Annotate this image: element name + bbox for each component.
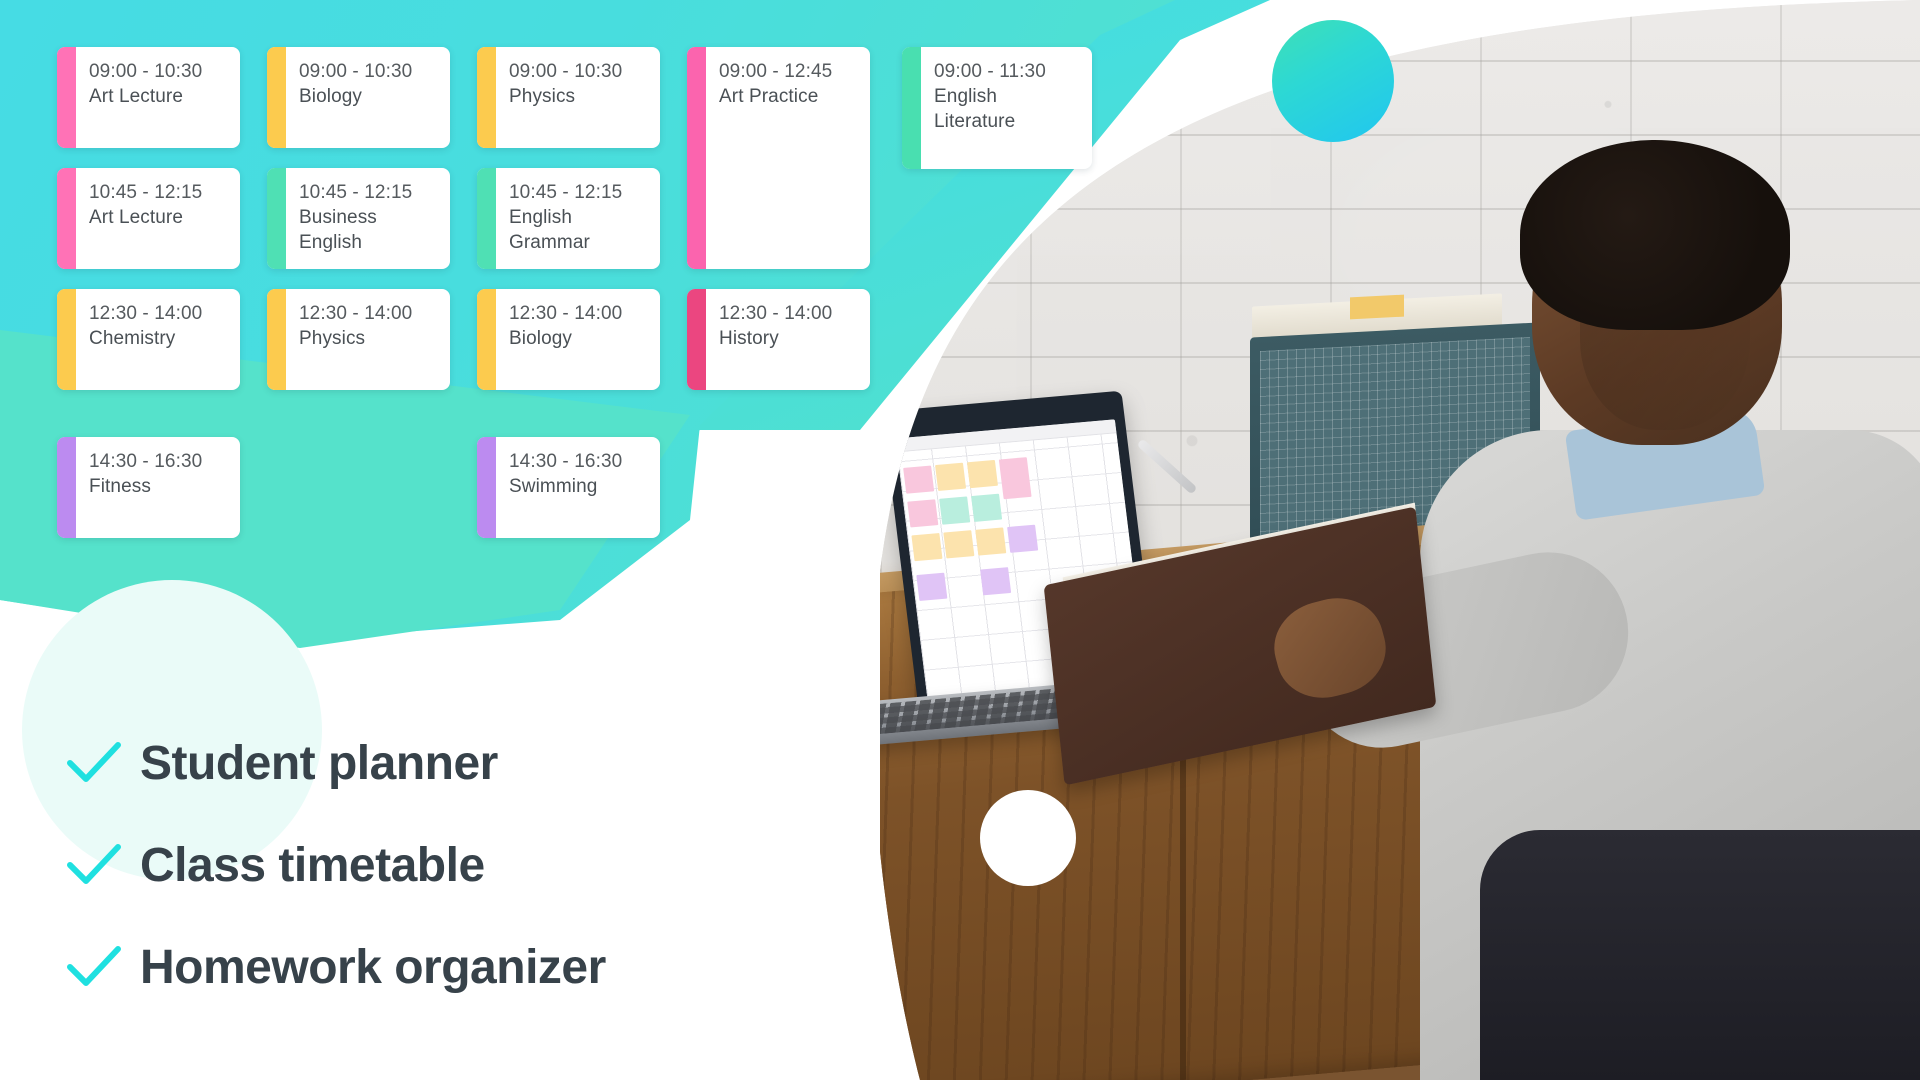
schedule-card[interactable]: 09:00 - 10:30 Biology: [267, 47, 450, 148]
schedule-card-time: 09:00 - 12:45: [719, 61, 833, 82]
check-icon: [48, 841, 140, 889]
class-schedule-grid: 09:00 - 10:30 Art Lecture 09:00 - 10:30 Bio…: [0, 0, 1092, 600]
schedule-card[interactable]: 12:30 - 14:00 Physics: [267, 289, 450, 390]
schedule-card[interactable]: 10:45 - 12:15 English Grammar: [477, 168, 660, 269]
schedule-card[interactable]: 09:00 - 12:45 Art Practice: [687, 47, 870, 269]
schedule-card[interactable]: 09:00 - 10:30 Art Lecture: [57, 47, 240, 148]
schedule-card-accent-bar: [267, 289, 286, 390]
schedule-card-title: Art Lecture: [89, 86, 184, 107]
sticky-note: [1350, 295, 1404, 320]
promo-banner: 09:00 - 10:30 Art Lecture 09:00 - 10:30 Bio…: [0, 0, 1920, 1080]
gradient-circle-decoration: [1272, 20, 1394, 142]
schedule-card[interactable]: 14:30 - 16:30 Swimming: [477, 437, 660, 538]
schedule-card-title: Biology: [299, 86, 363, 107]
schedule-card[interactable]: 09:00 - 11:30 English Literature: [902, 47, 1092, 169]
schedule-card-body: 12:30 - 14:00 Biology: [496, 289, 660, 390]
white-circle-decoration: [980, 790, 1076, 886]
schedule-card-time: 09:00 - 10:30: [509, 61, 623, 82]
schedule-card-title: English Grammar: [509, 207, 590, 253]
person-hair: [1520, 140, 1790, 330]
schedule-card-body: 12:30 - 14:00 Chemistry: [76, 289, 240, 390]
schedule-card-accent-bar: [477, 47, 496, 148]
schedule-card-body: 10:45 - 12:15 Art Lecture: [76, 168, 240, 269]
schedule-card-body: 09:00 - 10:30 Biology: [286, 47, 450, 148]
schedule-card-body: 09:00 - 10:30 Physics: [496, 47, 660, 148]
schedule-card-time: 10:45 - 12:15: [299, 182, 413, 203]
person-trousers: [1480, 830, 1920, 1080]
schedule-card-title: Art Practice: [719, 86, 819, 107]
schedule-card-title: Physics: [509, 86, 576, 107]
schedule-card-time: 14:30 - 16:30: [89, 451, 203, 472]
feature-checklist: Student planner Class timetable Homework o…: [48, 712, 908, 1018]
checklist-item: Student planner: [48, 712, 908, 814]
schedule-card-accent-bar: [267, 168, 286, 269]
schedule-card-time: 10:45 - 12:15: [89, 182, 203, 203]
checklist-item: Class timetable: [48, 814, 908, 916]
schedule-card[interactable]: 14:30 - 16:30 Fitness: [57, 437, 240, 538]
schedule-card-title: Business English: [299, 207, 377, 253]
schedule-card-body: 09:00 - 12:45 Art Practice: [706, 47, 870, 269]
schedule-card-body: 14:30 - 16:30 Fitness: [76, 437, 240, 538]
schedule-card-time: 12:30 - 14:00: [89, 303, 203, 324]
schedule-card-title: Art Lecture: [89, 207, 184, 228]
schedule-card-accent-bar: [477, 168, 496, 269]
schedule-card-time: 12:30 - 14:00: [719, 303, 833, 324]
checklist-item-label: Homework organizer: [140, 940, 606, 994]
schedule-card-accent-bar: [57, 289, 76, 390]
check-icon: [48, 739, 140, 787]
schedule-card[interactable]: 12:30 - 14:00 Chemistry: [57, 289, 240, 390]
schedule-card-title: English Literature: [934, 86, 1016, 132]
schedule-card-time: 09:00 - 10:30: [299, 61, 413, 82]
schedule-card-body: 12:30 - 14:00 History: [706, 289, 870, 390]
schedule-card-body: 14:30 - 16:30 Swimming: [496, 437, 660, 538]
schedule-card-title: Fitness: [89, 476, 151, 497]
schedule-card-time: 09:00 - 11:30: [934, 61, 1046, 82]
schedule-card-accent-bar: [57, 47, 76, 148]
checklist-item: Homework organizer: [48, 916, 908, 1018]
schedule-card-title: Swimming: [509, 476, 598, 497]
schedule-card-body: 10:45 - 12:15 Business English: [286, 168, 450, 269]
schedule-card-accent-bar: [57, 168, 76, 269]
schedule-card[interactable]: 12:30 - 14:00 History: [687, 289, 870, 390]
schedule-card-body: 09:00 - 11:30 English Literature: [921, 47, 1092, 169]
schedule-card-body: 10:45 - 12:15 English Grammar: [496, 168, 660, 269]
schedule-card[interactable]: 10:45 - 12:15 Business English: [267, 168, 450, 269]
schedule-card-accent-bar: [57, 437, 76, 538]
schedule-card[interactable]: 09:00 - 10:30 Physics: [477, 47, 660, 148]
schedule-card-accent-bar: [687, 289, 706, 390]
schedule-card-time: 12:30 - 14:00: [509, 303, 623, 324]
schedule-card-time: 14:30 - 16:30: [509, 451, 623, 472]
schedule-card-title: History: [719, 328, 779, 349]
schedule-card-time: 12:30 - 14:00: [299, 303, 413, 324]
schedule-card-title: Chemistry: [89, 328, 176, 349]
schedule-card-title: Physics: [299, 328, 366, 349]
schedule-card-accent-bar: [902, 47, 921, 169]
schedule-card-time: 10:45 - 12:15: [509, 182, 623, 203]
schedule-card-accent-bar: [687, 47, 706, 269]
schedule-card-accent-bar: [477, 437, 496, 538]
checklist-item-label: Class timetable: [140, 838, 485, 892]
schedule-card-time: 09:00 - 10:30: [89, 61, 203, 82]
schedule-card-body: 12:30 - 14:00 Physics: [286, 289, 450, 390]
checklist-item-label: Student planner: [140, 736, 498, 790]
check-icon: [48, 943, 140, 991]
schedule-card[interactable]: 10:45 - 12:15 Art Lecture: [57, 168, 240, 269]
schedule-card-accent-bar: [267, 47, 286, 148]
schedule-card-body: 09:00 - 10:30 Art Lecture: [76, 47, 240, 148]
schedule-card[interactable]: 12:30 - 14:00 Biology: [477, 289, 660, 390]
schedule-card-accent-bar: [477, 289, 496, 390]
schedule-card-title: Biology: [509, 328, 573, 349]
